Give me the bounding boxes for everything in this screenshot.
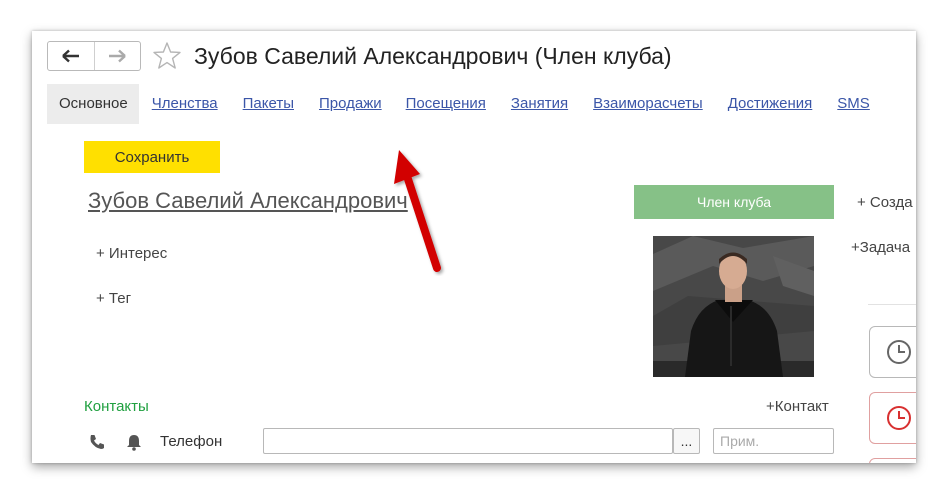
bell-icon (127, 435, 141, 451)
reminder-button[interactable] (869, 458, 916, 463)
tab-main[interactable]: Основное (47, 84, 139, 124)
add-contact-link[interactable]: +Контакт (766, 398, 829, 415)
add-interest-link[interactable]: + Интерес (96, 245, 167, 262)
tab-visits[interactable]: Посещения (406, 84, 486, 124)
history-button[interactable] (869, 326, 916, 378)
client-form-window: Зубов Савелий Александрович (Член клуба)… (32, 31, 916, 463)
add-tag-link[interactable]: + Тег (96, 290, 131, 307)
star-icon (153, 42, 181, 69)
forward-button[interactable] (93, 42, 141, 70)
phone-call-button[interactable] (88, 433, 106, 456)
alarm-clock-icon (887, 406, 911, 430)
tab-bar: Основное Членства Пакеты Продажи Посещен… (47, 84, 870, 124)
phone-label: Телефон (160, 433, 223, 450)
contacts-section-label: Контакты (84, 398, 149, 415)
right-panel-divider (868, 304, 916, 305)
tab-classes[interactable]: Занятия (511, 84, 568, 124)
save-button[interactable]: Сохранить (84, 141, 220, 173)
tab-packages[interactable]: Пакеты (243, 84, 294, 124)
tab-sales[interactable]: Продажи (319, 84, 382, 124)
tab-sms[interactable]: SMS (837, 84, 870, 124)
history-nav (47, 41, 141, 71)
client-photo[interactable] (653, 236, 814, 377)
clock-icon (887, 340, 911, 364)
notify-toggle[interactable] (126, 433, 142, 456)
overdue-button[interactable] (869, 392, 916, 444)
back-button[interactable] (48, 42, 94, 70)
phone-note-field[interactable] (713, 428, 834, 454)
arrow-right-icon (109, 49, 127, 63)
phone-field[interactable] (263, 428, 673, 454)
add-task-link[interactable]: +Задача (851, 239, 910, 256)
page-title: Зубов Савелий Александрович (Член клуба) (194, 43, 672, 69)
arrow-left-icon (61, 49, 79, 63)
tab-memberships[interactable]: Членства (152, 84, 218, 124)
tab-achievements[interactable]: Достижения (728, 84, 813, 124)
phone-icon (90, 435, 104, 449)
phone-select-button[interactable]: ... (673, 428, 700, 454)
status-badge[interactable]: Член клуба (634, 185, 834, 219)
create-link[interactable]: + Созда (857, 194, 913, 211)
client-photo-image (653, 236, 814, 377)
client-name-link[interactable]: Зубов Савелий Александрович (88, 188, 408, 214)
tab-settlements[interactable]: Взаиморасчеты (593, 84, 703, 124)
favorite-button[interactable] (152, 41, 182, 76)
